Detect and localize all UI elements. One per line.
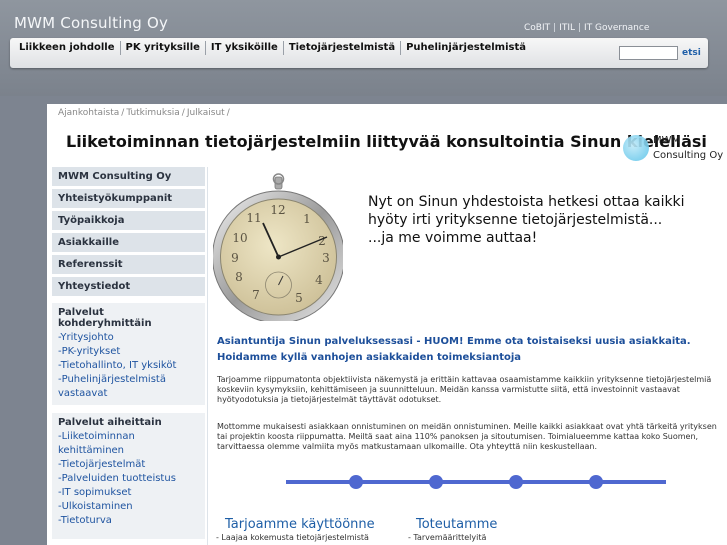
breadcrumb: Ajankohtaista / Tutkimuksia / Julkaisut / (58, 108, 232, 118)
nav-item-tietojarjestelmista[interactable]: Tietojärjestelmistä (284, 41, 402, 55)
svg-text:4: 4 (315, 273, 323, 287)
top-link-separator: | (578, 23, 582, 33)
intro-line-3: ...ja me voimme auttaa! (368, 230, 538, 246)
search-input[interactable] (619, 46, 678, 60)
sidebar-item-tyopaikkoja[interactable]: Työpaikkoja (52, 211, 205, 231)
top-links: CoBIT | ITIL | IT Governance (524, 23, 649, 33)
top-header: MWM Consulting Oy CoBIT | ITIL | IT Governan… (0, 0, 727, 96)
breadcrumb-separator: / (226, 108, 230, 118)
nav-item-pk-yrityksille[interactable]: PK yrityksille (121, 41, 206, 55)
services-by-topic: Palvelut aiheittain -Liiketoiminnan kehi… (52, 413, 205, 539)
breadcrumb-separator: / (121, 108, 125, 118)
logo-line-1: MWM (653, 135, 681, 146)
main-nav: Liikkeen johdolle PK yrityksille IT yksi… (14, 41, 531, 55)
sidebar-item-mwm-consulting[interactable]: MWM Consulting Oy (52, 167, 205, 187)
sidebar-link-it-sopimukset[interactable]: -IT sopimukset (58, 486, 199, 500)
svg-text:5: 5 (295, 291, 303, 305)
sidebar-link-pk-yritykset[interactable]: -PK-yritykset (58, 345, 199, 359)
svg-text:7: 7 (252, 288, 260, 302)
top-link-itil[interactable]: ITIL (559, 23, 575, 33)
top-link-separator: | (553, 23, 557, 33)
breadcrumb-julkaisut[interactable]: Julkaisut (187, 108, 225, 118)
sidebar-link-ulkoistaminen[interactable]: -Ulkoistaminen (58, 500, 199, 514)
nav-item-it-yksikoille[interactable]: IT yksiköille (206, 41, 284, 55)
svg-text:12: 12 (270, 203, 285, 217)
top-link-it-governance[interactable]: IT Governance (584, 23, 649, 33)
intro-text: Nyt on Sinun yhdestoista hetkesi ottaa k… (368, 193, 685, 247)
page-title: Liiketoiminnan tietojärjestelmiin liitty… (66, 132, 707, 151)
sidebar-link-tietoturva[interactable]: -Tietoturva (58, 514, 199, 528)
logo-line-2: Consulting Oy (653, 150, 724, 161)
section-offer-item: - Laajaa kokemusta tietojärjestelmistä (216, 533, 369, 542)
main-panel: Ajankohtaista / Tutkimuksia / Julkaisut / Lii… (47, 104, 727, 545)
top-link-cobit[interactable]: CoBIT (524, 23, 550, 33)
body-paragraph-2: Mottomme mukaisesti asiakkaan onnistumin… (217, 422, 717, 451)
sidebar-item-asiakkaille[interactable]: Asiakkaille (52, 233, 205, 253)
pocket-watch-image: 12 12 3 45 78 9 10 11 (213, 173, 343, 321)
sidebar-link-yritysjohto[interactable]: -Yritysjohto (58, 331, 199, 345)
main-content: 12 1 2 3 45 78 9 10 11 Nyt on Sinun yhdestois… (207, 167, 727, 545)
announcement-text: Asiantuntija Sinun palveluksessasi - HUO… (217, 336, 691, 363)
section-implement-item: - Tarvemäärittelyitä (408, 533, 487, 542)
breadcrumb-ajankohtaista[interactable]: Ajankohtaista (58, 108, 119, 118)
site-brand[interactable]: MWM Consulting Oy (14, 14, 168, 32)
logo-globe-icon (623, 135, 649, 161)
nav-item-puhelinjarjestelmista[interactable]: Puhelinjärjestelmistä (401, 41, 531, 55)
main-nav-bar: Liikkeen johdolle PK yrityksille IT yksi… (10, 38, 708, 68)
nav-item-liikkeen-johdolle[interactable]: Liikkeen johdolle (14, 41, 121, 55)
intro-line-2: hyöty irti yrityksenne tietojärjestelmis… (368, 212, 663, 228)
company-logo[interactable]: MWM Consulting Oy (621, 132, 727, 168)
services-by-topic-title: Palvelut aiheittain (58, 417, 162, 428)
breadcrumb-tutkimuksia[interactable]: Tutkimuksia (126, 108, 179, 118)
svg-text:3: 3 (322, 251, 330, 265)
svg-text:11: 11 (246, 211, 261, 225)
sidebar-link-tietohallinto[interactable]: -Tietohallinto, IT yksiköt (58, 359, 199, 373)
body-paragraph-1: Tarjoamme riippumatonta objektiivista nä… (217, 375, 712, 404)
sidebar-link-tietojarjestelmat[interactable]: -Tietojärjestelmät (58, 458, 199, 472)
svg-text:8: 8 (235, 270, 243, 284)
sidebar-link-liiketoiminnan-kehittaminen[interactable]: -Liiketoiminnan kehittäminen (58, 430, 199, 458)
svg-text:2: 2 (318, 234, 326, 248)
search-button[interactable]: etsi (682, 48, 701, 58)
services-by-target-group: Palvelut kohderyhmittäin -Yritysjohto -P… (52, 303, 205, 405)
sidebar: MWM Consulting Oy Yhteistyökumppanit Työ… (47, 167, 207, 545)
svg-text:9: 9 (231, 251, 239, 265)
section-title-offer: Tarjoamme käyttöönne (225, 517, 375, 532)
services-by-target-group-title: Palvelut kohderyhmittäin (58, 307, 152, 329)
intro-line-1: Nyt on Sinun yhdestoista hetkesi ottaa k… (368, 194, 685, 210)
sidebar-link-puhelinjarjestelmista[interactable]: -Puhelinjärjestelmistä vastaavat (58, 373, 199, 401)
breadcrumb-separator: / (181, 108, 185, 118)
sidebar-item-referenssit[interactable]: Referenssit (52, 255, 205, 275)
section-title-implement: Toteutamme (416, 517, 498, 532)
svg-text:10: 10 (232, 231, 247, 245)
svg-text:1: 1 (303, 212, 311, 226)
progress-steps-graphic (286, 475, 666, 489)
sidebar-link-palveluiden-tuotteistus[interactable]: -Palveluiden tuotteistus (58, 472, 199, 486)
sidebar-item-yhteistyokumppanit[interactable]: Yhteistyökumppanit (52, 189, 205, 209)
sidebar-item-yhteystiedot[interactable]: Yhteystiedot (52, 277, 205, 297)
